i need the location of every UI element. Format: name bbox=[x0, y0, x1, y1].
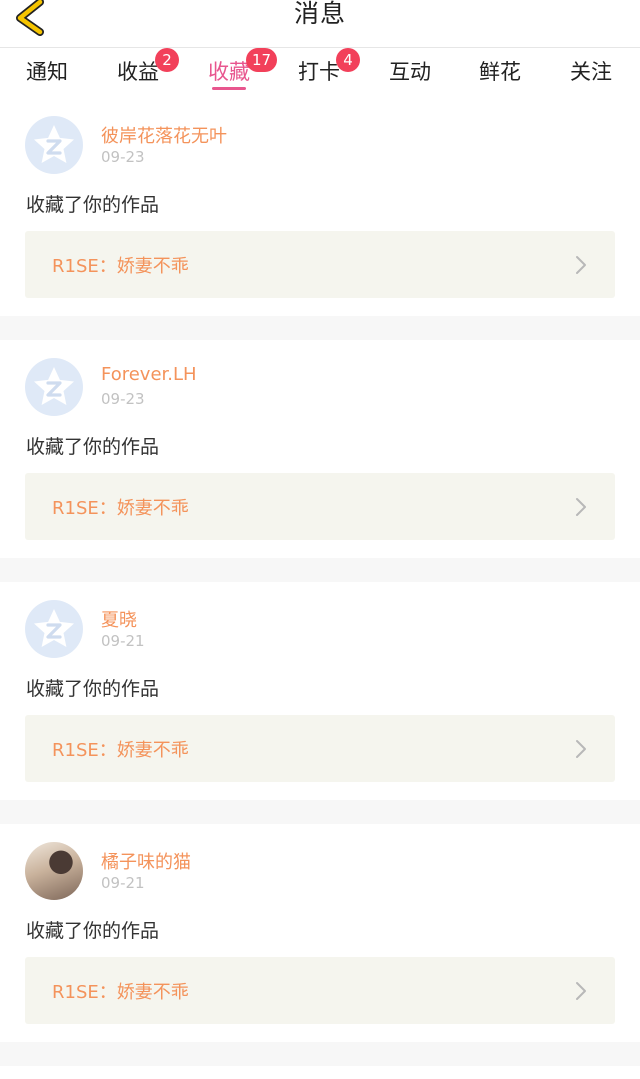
page-title: 消息 bbox=[293, 0, 346, 28]
notification-date: 09-21 bbox=[101, 632, 145, 650]
user-name[interactable]: 夏晓 bbox=[101, 606, 137, 632]
tab-label: 互动 bbox=[389, 60, 431, 84]
tab-notice[interactable]: 通知 bbox=[12, 56, 82, 96]
work-link-card[interactable]: R1SE：娇妻不乖 bbox=[25, 473, 615, 540]
notification-item: 橘子味的猫 09-21 收藏了你的作品 R1SE：娇妻不乖 bbox=[0, 824, 640, 1042]
active-tab-indicator bbox=[212, 87, 246, 90]
avatar[interactable] bbox=[25, 600, 83, 658]
chevron-right-icon bbox=[576, 740, 586, 758]
tab-flowers[interactable]: 鲜花 bbox=[465, 56, 535, 96]
notification-text: 收藏了你的作品 bbox=[26, 678, 160, 700]
chevron-right-icon bbox=[576, 982, 586, 1000]
notification-item: 夏晓 09-21 收藏了你的作品 R1SE：娇妻不乖 bbox=[0, 582, 640, 800]
divider bbox=[0, 800, 640, 824]
work-title: R1SE：娇妻不乖 bbox=[52, 981, 189, 1003]
photo-avatar-image bbox=[25, 842, 83, 900]
unread-badge: 17 bbox=[246, 48, 278, 72]
work-title: R1SE：娇妻不乖 bbox=[52, 255, 189, 277]
tab-follow[interactable]: 关注 bbox=[556, 56, 626, 96]
tab-label: 收藏 bbox=[208, 60, 250, 84]
notification-item: 彼岸花落花无叶 09-23 收藏了你的作品 R1SE：娇妻不乖 bbox=[0, 98, 640, 316]
avatar[interactable] bbox=[25, 358, 83, 416]
tab-checkin[interactable]: 打卡 4 bbox=[284, 48, 360, 96]
tab-favorites[interactable]: 收藏 17 bbox=[194, 48, 278, 96]
tab-label: 通知 bbox=[26, 60, 68, 84]
user-name[interactable]: Forever.LH bbox=[101, 364, 197, 385]
notification-list: 彼岸花落花无叶 09-23 收藏了你的作品 R1SE：娇妻不乖 Forever.… bbox=[0, 98, 640, 1066]
tab-bar: 通知 收益 2 收藏 17 打卡 4 互动 鲜花 关注 bbox=[0, 48, 640, 98]
notification-text: 收藏了你的作品 bbox=[26, 194, 160, 216]
tab-label: 收益 bbox=[117, 60, 159, 84]
unread-badge: 2 bbox=[155, 48, 179, 72]
work-link-card[interactable]: R1SE：娇妻不乖 bbox=[25, 715, 615, 782]
chevron-right-icon bbox=[576, 498, 586, 516]
notification-text: 收藏了你的作品 bbox=[26, 920, 160, 942]
tab-label: 关注 bbox=[570, 60, 612, 84]
default-star-avatar-icon bbox=[34, 125, 74, 163]
divider bbox=[0, 316, 640, 340]
default-star-avatar-icon bbox=[34, 367, 74, 405]
tab-earnings[interactable]: 收益 2 bbox=[103, 48, 179, 96]
work-title: R1SE：娇妻不乖 bbox=[52, 497, 189, 519]
notification-text: 收藏了你的作品 bbox=[26, 436, 160, 458]
avatar[interactable] bbox=[25, 842, 83, 900]
default-star-avatar-icon bbox=[34, 609, 74, 647]
notification-date: 09-21 bbox=[101, 874, 145, 892]
notification-item: Forever.LH 09-23 收藏了你的作品 R1SE：娇妻不乖 bbox=[0, 340, 640, 558]
divider bbox=[0, 558, 640, 582]
work-link-card[interactable]: R1SE：娇妻不乖 bbox=[25, 957, 615, 1024]
tab-label: 打卡 bbox=[298, 60, 340, 84]
chevron-right-icon bbox=[576, 256, 586, 274]
user-name[interactable]: 橘子味的猫 bbox=[101, 848, 191, 874]
user-name[interactable]: 彼岸花落花无叶 bbox=[101, 122, 227, 148]
work-title: R1SE：娇妻不乖 bbox=[52, 739, 189, 761]
divider bbox=[0, 1042, 640, 1066]
work-link-card[interactable]: R1SE：娇妻不乖 bbox=[25, 231, 615, 298]
notification-date: 09-23 bbox=[101, 148, 145, 166]
header-bar: 消息 bbox=[0, 0, 640, 48]
notification-date: 09-23 bbox=[101, 390, 145, 408]
tab-interaction[interactable]: 互动 bbox=[375, 56, 445, 96]
tab-label: 鲜花 bbox=[479, 60, 521, 84]
unread-badge: 4 bbox=[336, 48, 360, 72]
avatar[interactable] bbox=[25, 116, 83, 174]
